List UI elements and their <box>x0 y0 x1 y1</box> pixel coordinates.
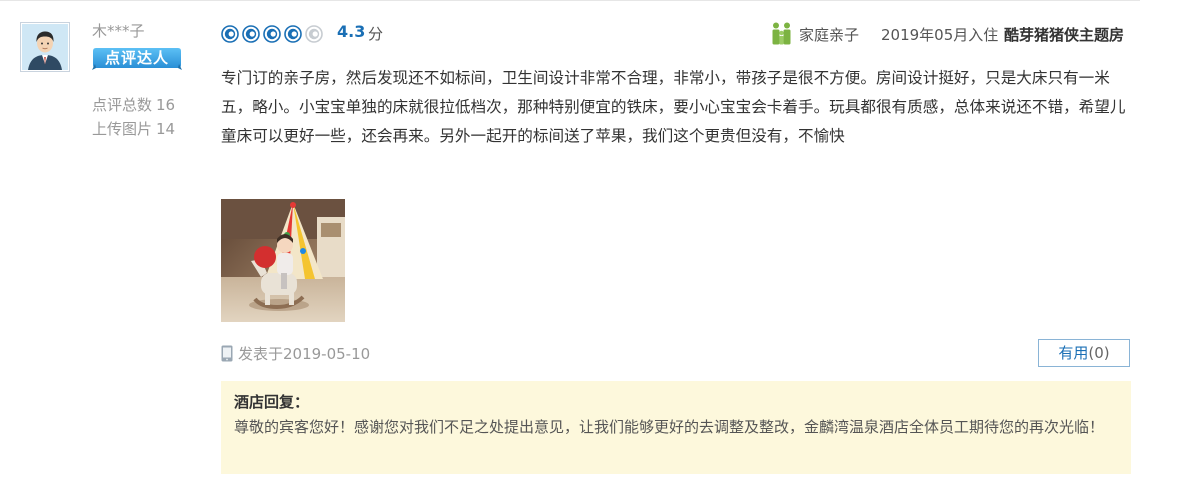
photo-count: 上传图片 14 <box>92 118 175 139</box>
helpful-count: (0) <box>1088 344 1110 362</box>
review-text: 专门订的亲子房，然后发现还不如标间，卫生间设计非常不合理，非常小，带孩子是很不方… <box>221 69 1126 145</box>
rating-circle-icon <box>263 25 281 43</box>
family-icon <box>771 22 793 46</box>
stay-date: 2019年05月入住 <box>881 26 999 44</box>
photo-count-value: 14 <box>156 120 176 138</box>
rating-score: 4.3 <box>337 22 366 41</box>
review-count-value: 16 <box>156 96 176 114</box>
top-divider <box>0 0 1140 1</box>
rating-icons <box>221 25 323 43</box>
helpful-button[interactable]: 有用(0) <box>1038 339 1130 367</box>
avatar[interactable] <box>20 22 70 72</box>
review-count: 点评总数 16 <box>92 94 175 115</box>
mobile-phone-icon <box>221 345 233 362</box>
post-date: 发表于2019-05-10 <box>238 345 371 363</box>
trip-type: 家庭亲子 <box>799 26 860 44</box>
rating-circle-icon <box>305 25 323 43</box>
helpful-label: 有用 <box>1058 344 1089 362</box>
badge-label: 点评达人 <box>104 49 169 67</box>
review-count-label: 点评总数 <box>92 96 153 114</box>
rating-unit: 分 <box>368 25 384 43</box>
hotel-reply-title: 酒店回复： <box>234 393 310 411</box>
hotel-reply-text: 尊敬的宾客您好！感谢您对我们不足之处提出意见，让我们能够更好的去调整及整改，金麟… <box>234 418 1105 436</box>
user-name[interactable]: 木***子 <box>92 20 145 41</box>
photo-count-label: 上传图片 <box>92 120 153 138</box>
rating-circle-icon <box>284 25 302 43</box>
hotel-reply: 酒店回复： 尊敬的宾客您好！感谢您对我们不足之处提出意见，让我们能够更好的去调整… <box>221 381 1131 474</box>
review-photo[interactable] <box>221 199 345 322</box>
room-type: 酷芽猪猪侠主题房 <box>1004 26 1125 44</box>
rating-circle-icon <box>221 25 239 43</box>
rating-circle-icon <box>242 25 260 43</box>
expert-badge: 点评达人 <box>92 46 182 70</box>
